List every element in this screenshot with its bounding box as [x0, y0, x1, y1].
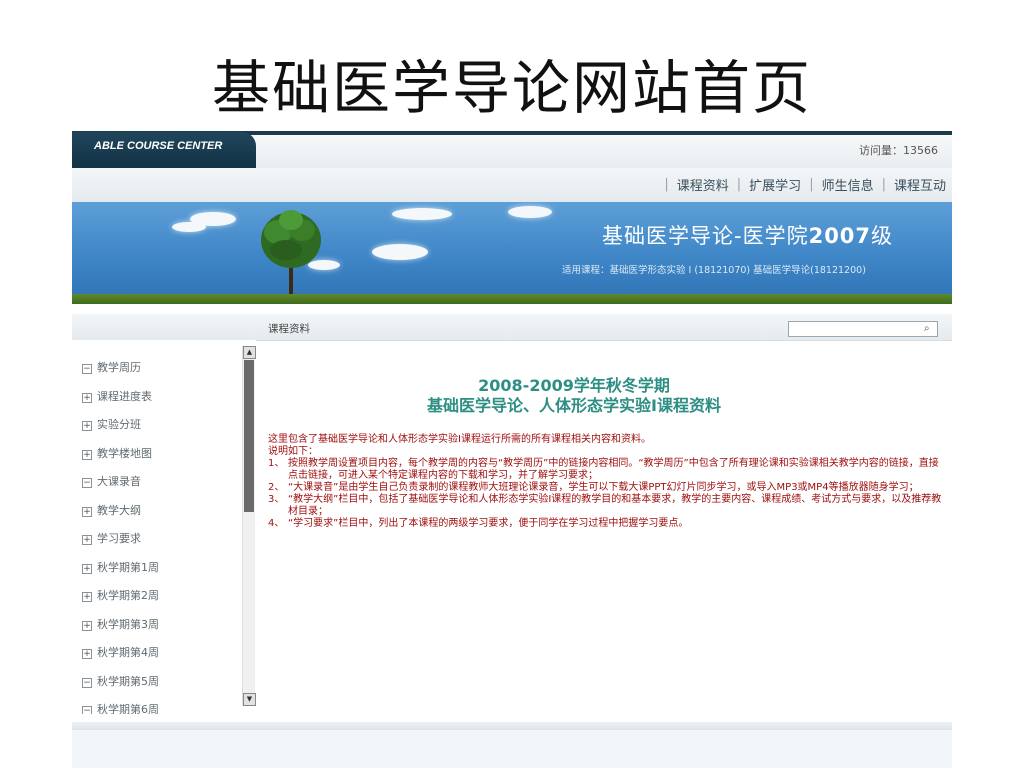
expand-icon[interactable]: +	[82, 563, 92, 574]
slide-title: 基础医学导论网站首页	[211, 54, 812, 122]
footer	[72, 730, 952, 768]
expand-icon[interactable]: +	[82, 449, 92, 460]
sidebar-item-label: 教学周历	[97, 361, 141, 374]
sidebar-item-label: 秋学期第6周	[97, 703, 159, 714]
expand-icon[interactable]: +	[82, 421, 92, 431]
content-body: 这里包含了基础医学导论和人体形态学实验I课程运行所需的所有课程相关内容和资料。 …	[268, 434, 944, 530]
page-title-line-1: 2008-2009学年秋冬学期	[478, 376, 670, 395]
list-item-text: “大课录音”是由学生自己负责录制的课程教师大班理论课录音，学生可以下载大课PPT…	[288, 482, 919, 493]
list-item: 2、 “大课录音”是由学生自己负责录制的课程教师大班理论课录音，学生可以下载大课P…	[268, 482, 944, 494]
cloud-decoration	[508, 206, 552, 218]
sidebar-item-label: 教学楼地图	[97, 446, 152, 460]
sidebar-item-week-5[interactable]: − 秋学期第5周	[82, 668, 242, 697]
grass-strip	[72, 294, 952, 304]
sidebar: − 教学周历 + 课程进度表 + 实验分班 + 教学楼地图 − 大课录音 + 教学大纲 + 学…	[72, 304, 256, 734]
brand-tab[interactable]: ABLE COURSE CENTER	[72, 132, 256, 168]
sidebar-scrollbar[interactable]: ▲ ▼	[242, 346, 256, 706]
intro-text: 这里包含了基础医学导论和人体形态学实验I课程运行所需的所有课程相关内容和资料。	[268, 434, 651, 445]
scroll-thumb[interactable]	[244, 360, 254, 512]
banner-title-text: 基础医学导论-医学院	[602, 224, 809, 248]
banner: 基础医学导论-医学院2007级 适用课程：基础医学形态实验 I (1812107…	[72, 202, 952, 302]
cloud-decoration	[172, 222, 206, 232]
list-item-number: 3、	[268, 494, 285, 505]
banner-year: 2007	[808, 224, 872, 248]
sidebar-item-label: 秋学期第2周	[97, 589, 159, 602]
nav-item-course-interaction[interactable]: 课程互动	[894, 175, 946, 194]
sidebar-item-label: 秋学期第4周	[97, 646, 159, 659]
sidebar-item-teaching-calendar[interactable]: − 教学周历	[82, 354, 242, 383]
list-item-text: “教学大纲”栏目中，包括了基础医学导论和人体形态学实验I课程的教学目的和基本要求…	[288, 494, 942, 517]
nav-menu: | 课程资料 | 扩展学习 | 师生信息 | 课程互动	[656, 175, 946, 194]
sidebar-item-label: 学习要求	[97, 532, 141, 545]
sidebar-item-label: 实验分班	[97, 418, 141, 431]
list-item-text: “学习要求”栏目中，列出了本课程的两级学习要求，便于同学在学习过程中把握学习要点…	[288, 518, 689, 529]
expand-icon[interactable]: +	[82, 506, 92, 517]
sidebar-item-week-6[interactable]: − 秋学期第6周	[82, 696, 242, 714]
cloud-decoration	[392, 208, 452, 220]
sidebar-item-label: 秋学期第5周	[97, 674, 159, 688]
page-title-line-2: 基础医学导论、人体形态学实验I课程资料	[427, 396, 721, 415]
sidebar-item-syllabus[interactable]: + 教学大纲	[82, 497, 242, 526]
expand-icon[interactable]: +	[82, 620, 92, 631]
list-item: 3、 “教学大纲”栏目中，包括了基础医学导论和人体形态学实验I课程的教学目的和基本…	[268, 494, 944, 518]
list-item: 4、 “学习要求”栏目中，列出了本课程的两级学习要求，便于同学在学习过程中把握学习…	[268, 518, 944, 530]
sidebar-item-label: 课程进度表	[97, 389, 152, 403]
sidebar-item-week-2[interactable]: + 秋学期第2周	[82, 582, 242, 611]
website-screenshot: ABLE COURSE CENTER 访问量：13566 | 课程资料 | 扩展…	[72, 128, 952, 768]
banner-subtitle: 适用课程：基础医学形态实验 I (18121070) 基础医学导论(181212…	[562, 265, 866, 276]
list-item-text: 按照教学周设置项目内容，每个教学周的内容与“教学周历”中的链接内容相同。“教学周…	[288, 458, 939, 481]
collapse-icon[interactable]: −	[82, 677, 92, 688]
footer-divider	[72, 722, 952, 730]
nav-item-course-materials[interactable]: 课程资料	[677, 175, 729, 194]
nav-item-teacher-student-info[interactable]: 师生信息	[822, 175, 874, 194]
breadcrumb: 课程资料	[268, 323, 310, 335]
page-title: 2008-2009学年秋冬学期 基础医学导论、人体形态学实验I课程资料	[256, 376, 892, 416]
sidebar-item-lecture-recordings[interactable]: − 大课录音	[82, 468, 242, 497]
nav-bar: | 课程资料 | 扩展学习 | 师生信息 | 课程互动	[72, 168, 952, 202]
list-item-number: 1、	[268, 458, 285, 469]
nav-separator: |	[809, 177, 814, 192]
nav-separator: |	[881, 177, 886, 192]
collapse-icon[interactable]: −	[82, 478, 92, 488]
scroll-up-arrow-icon[interactable]: ▲	[243, 346, 256, 359]
collapse-icon[interactable]: −	[82, 706, 92, 714]
expand-icon[interactable]: +	[82, 649, 92, 659]
sidebar-item-label: 教学大纲	[97, 503, 141, 517]
nav-item-extended-learning[interactable]: 扩展学习	[749, 175, 801, 194]
cloud-decoration	[372, 244, 428, 260]
banner-grade: 级	[871, 224, 894, 248]
sidebar-item-week-3[interactable]: + 秋学期第3周	[82, 611, 242, 640]
expand-icon[interactable]: +	[82, 592, 92, 602]
sidebar-item-week-4[interactable]: + 秋学期第4周	[82, 639, 242, 668]
main-header: 课程资料 ⌕	[256, 314, 952, 341]
sidebar-header	[72, 314, 256, 340]
sidebar-item-building-map[interactable]: + 教学楼地图	[82, 440, 242, 469]
visit-counter: 访问量：13566	[859, 144, 938, 157]
collapse-icon[interactable]: −	[82, 364, 92, 374]
main-content: 课程资料 ⌕ 2008-2009学年秋冬学期 基础医学导论、人体形态学实验I课程…	[256, 304, 952, 734]
sidebar-tree: − 教学周历 + 课程进度表 + 实验分班 + 教学楼地图 − 大课录音 + 教学大纲 + 学…	[82, 354, 242, 714]
nav-separator: |	[664, 177, 669, 192]
scroll-down-arrow-icon[interactable]: ▼	[243, 693, 256, 706]
nav-separator: |	[736, 177, 742, 192]
sidebar-item-label: 秋学期第3周	[97, 617, 159, 631]
list-item-number: 2、	[268, 482, 285, 493]
note-label: 说明如下：	[268, 446, 318, 457]
expand-icon[interactable]: +	[82, 392, 92, 403]
expand-icon[interactable]: +	[82, 535, 92, 545]
banner-title: 基础医学导论-医学院2007级	[602, 220, 893, 250]
sidebar-item-course-schedule[interactable]: + 课程进度表	[82, 383, 242, 412]
top-bar: ABLE COURSE CENTER 访问量：13566	[72, 128, 952, 168]
search-icon[interactable]: ⌕	[924, 323, 936, 335]
sidebar-item-label: 秋学期第1周	[97, 560, 159, 574]
sidebar-item-lab-groups[interactable]: + 实验分班	[82, 411, 242, 440]
list-item: 1、 按照教学周设置项目内容，每个教学周的内容与“教学周历”中的链接内容相同。“教…	[268, 458, 944, 482]
sidebar-item-label: 大课录音	[97, 475, 141, 488]
sidebar-item-learning-requirements[interactable]: + 学习要求	[82, 525, 242, 554]
sidebar-item-week-1[interactable]: + 秋学期第1周	[82, 554, 242, 583]
tree-icon	[261, 210, 321, 302]
list-item-number: 4、	[268, 518, 285, 529]
search-input[interactable]: ⌕	[788, 321, 938, 337]
